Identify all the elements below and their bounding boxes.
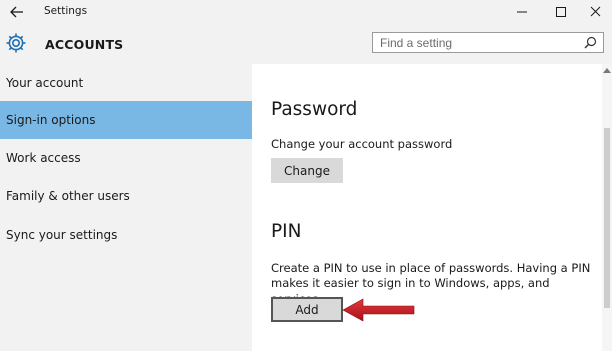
minimize-icon[interactable]	[512, 3, 532, 21]
sidebar-item-family-other-users[interactable]: Family & other users	[0, 177, 252, 215]
gear-icon	[6, 33, 26, 53]
main-content: Password Change your account password Ch…	[252, 64, 602, 351]
maximize-icon[interactable]	[551, 3, 571, 21]
pin-description-line1: Create a PIN to use in place of password…	[271, 261, 591, 275]
sidebar: Your account Sign-in options Work access…	[0, 64, 252, 351]
back-arrow-icon[interactable]	[8, 4, 26, 20]
search-input[interactable]	[373, 33, 580, 52]
scrollbar[interactable]	[602, 64, 612, 351]
sidebar-item-your-account[interactable]: Your account	[0, 64, 252, 102]
settings-header: ACCOUNTS	[0, 24, 612, 64]
password-description: Change your account password	[271, 137, 453, 151]
sidebar-item-sign-in-options[interactable]: Sign-in options	[0, 101, 252, 139]
close-icon[interactable]	[586, 3, 606, 21]
sidebar-item-sync-settings[interactable]: Sync your settings	[0, 216, 252, 254]
search-box[interactable]	[372, 32, 604, 53]
scrollbar-thumb[interactable]	[604, 128, 610, 308]
section-title: ACCOUNTS	[45, 37, 124, 52]
title-bar: Settings	[0, 0, 612, 24]
scroll-up-arrow-icon[interactable]	[603, 67, 611, 73]
password-heading: Password	[271, 99, 358, 120]
add-pin-button[interactable]: Add	[271, 297, 343, 322]
window-title: Settings	[44, 5, 88, 17]
sidebar-item-work-access[interactable]: Work access	[0, 139, 252, 177]
change-password-button[interactable]: Change	[271, 158, 343, 183]
search-icon[interactable]	[584, 36, 597, 49]
pin-heading: PIN	[271, 221, 302, 242]
annotation-arrow-icon	[342, 298, 415, 322]
